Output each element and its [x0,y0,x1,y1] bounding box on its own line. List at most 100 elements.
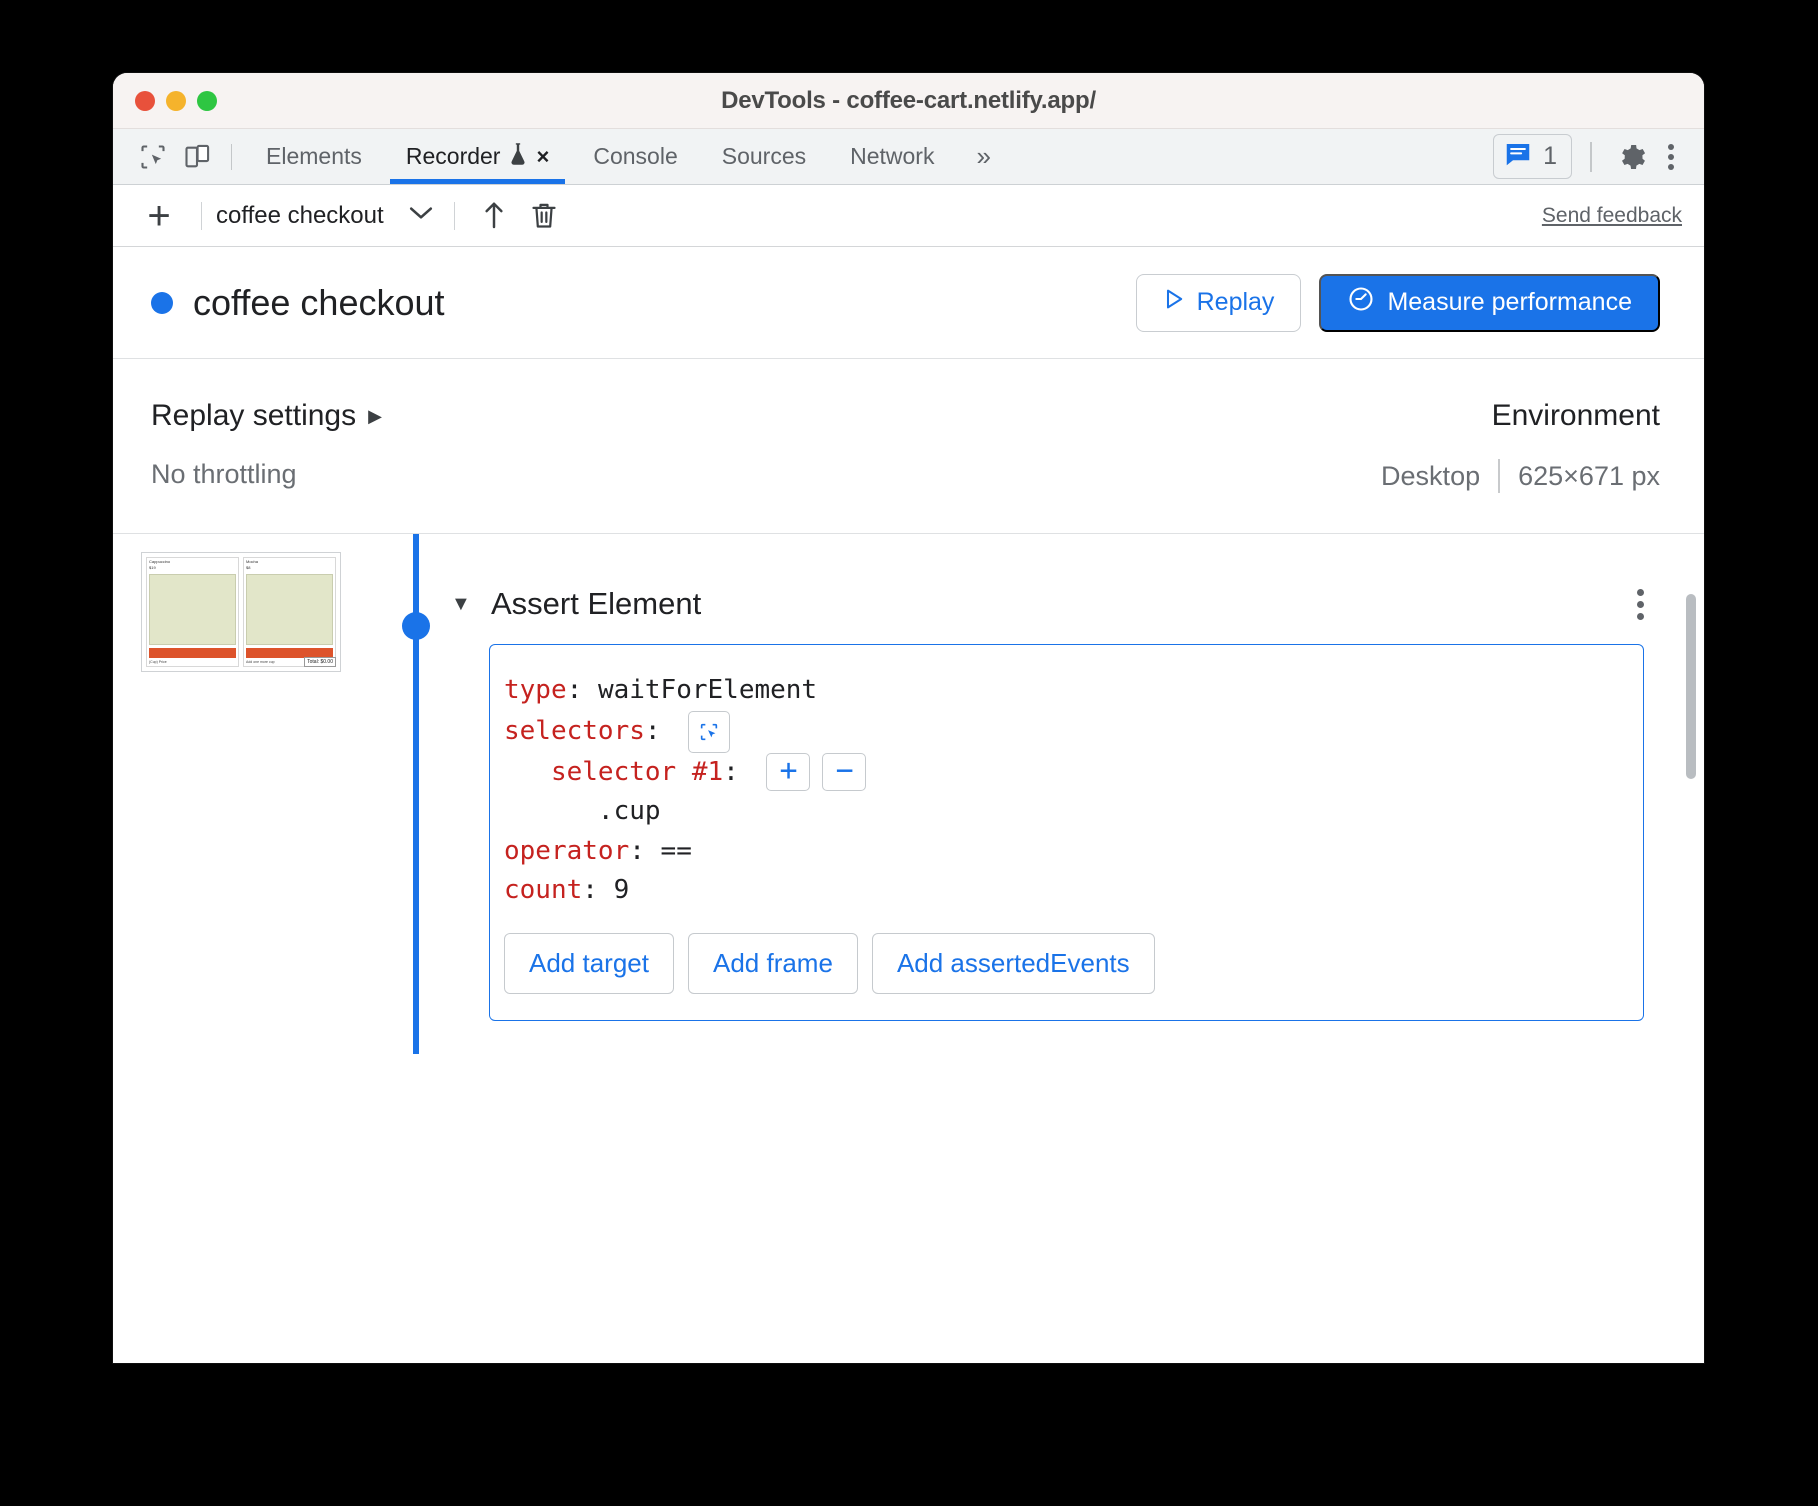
replay-settings-toggle[interactable]: Replay settings ▶ [151,399,906,433]
replay-button-label: Replay [1196,288,1275,316]
recording-status-dot [151,291,173,314]
thumbnail-product-name: Cappuccino [149,559,171,564]
step-assert-element-header[interactable]: ▼ Assert Element [451,534,1704,622]
code-line-count: count: 9 [504,871,1615,911]
add-target-button[interactable]: Add target [504,932,674,994]
collapse-triangle-icon[interactable]: ▼ [451,593,473,616]
measure-performance-button[interactable]: Measure performance [1319,273,1660,332]
thumbnail-product-card: Mocha $8 Add one more cup [243,557,336,667]
code-value-operator[interactable]: == [661,832,692,872]
add-assertedevents-button[interactable]: Add assertedEvents [871,932,1155,994]
steps-area: Cappuccino $19 (Cup) Price Mocha $8 Add … [113,534,1704,1054]
toolbar-divider-2 [453,201,455,230]
tabbar-right-controls: 1 [1493,134,1690,179]
recording-title: coffee checkout [193,281,445,323]
code-key-operator: operator [504,835,630,866]
environment-device: Desktop [1381,460,1481,491]
screenshot-thumbnail-column: Cappuccino $19 (Cup) Price Mocha $8 Add … [113,534,403,1054]
settings-gear-icon[interactable] [1610,135,1654,179]
tab-console-label: Console [593,143,678,169]
code-line-type: type: waitForElement [504,671,1615,711]
add-selector-button[interactable]: + [766,753,811,792]
tabbar-right-divider [1590,141,1592,172]
replay-settings-row: Replay settings ▶ No throttling Environm… [113,359,1704,534]
screenshot-root: DevTools - coffee-cart.netlify.app/ Elem… [0,0,1818,1506]
tab-list: Elements Recorder × Console Sources Netw… [244,129,1008,184]
steps-list: ▼ Assert Element type: waitForElement se… [419,534,1704,1054]
send-feedback-link[interactable]: Send feedback [1542,204,1682,228]
tab-network[interactable]: Network [828,129,956,184]
experiment-flask-icon [508,142,528,172]
thumbnail-cup-graphic [149,573,236,645]
steps-scrollbar[interactable] [1686,594,1696,779]
assert-element-code-card: type: waitForElement selectors: selector… [489,644,1644,1021]
throttling-value: No throttling [151,459,297,489]
thumbnail-total: Total: $0.00 [304,657,336,667]
tabbar-divider [231,143,232,170]
code-line-operator: operator: == [504,832,1615,872]
code-value-count[interactable]: 9 [614,871,630,911]
step-assert-element: ▼ Assert Element type: waitForElement se… [451,534,1704,1021]
messages-count: 1 [1543,142,1557,170]
step-screenshot-thumbnail[interactable]: Cappuccino $19 (Cup) Price Mocha $8 Add … [141,552,341,672]
messages-badge[interactable]: 1 [1493,134,1572,179]
thumbnail-product-price: $19 [149,565,156,571]
thumbnail-product-price: $8 [246,565,251,571]
code-line-selectors: selectors: [504,710,1615,753]
recording-selector[interactable]: coffee checkout [216,202,440,230]
environment-label: Environment [1491,399,1660,432]
devtools-window: DevTools - coffee-cart.netlify.app/ Elem… [113,73,1704,1363]
delete-trash-icon[interactable] [519,200,569,232]
devtools-tabbar: Elements Recorder × Console Sources Netw… [113,129,1704,185]
window-title: DevTools - coffee-cart.netlify.app/ [721,86,1096,114]
thumbnail-product-footer: (Cup) Price [149,660,167,664]
step-more-options-icon[interactable] [1637,588,1644,620]
messages-icon [1503,139,1533,174]
remove-selector-button[interactable]: − [822,753,867,792]
step-click-header[interactable]: ▶ Click [451,1021,1704,1054]
code-key-selector-1: selector #1 [550,756,724,787]
add-frame-button[interactable]: Add frame [687,932,858,994]
tab-elements[interactable]: Elements [244,129,384,184]
tab-console[interactable]: Console [571,129,699,184]
close-recorder-tab-icon[interactable]: × [536,144,549,170]
replay-settings-label: Replay settings [151,399,357,432]
thumbnail-cup-graphic [246,573,333,645]
environment-column: Environment Desktop 625×671 px [906,399,1660,493]
select-element-icon[interactable] [688,710,731,753]
tab-recorder[interactable]: Recorder × [384,129,571,184]
recording-header: coffee checkout Replay Measure performan… [113,247,1704,359]
code-card-actions: Add target Add frame Add assertedEvents [504,932,1615,994]
code-line-selector-value: .cup [504,792,1615,832]
performance-gauge-icon [1347,285,1375,320]
inspect-element-icon[interactable] [131,135,175,179]
recording-actions: Replay Measure performance [1135,273,1660,332]
environment-values: Desktop 625×671 px [906,459,1660,493]
code-key-selectors: selectors [504,715,645,746]
code-line-selector-1: selector #1: + − [504,753,1615,793]
tab-sources-label: Sources [721,143,807,169]
code-value-type: waitForElement [597,675,818,705]
environment-viewport: 625×671 px [1518,460,1660,491]
code-value-selector[interactable]: .cup [598,792,661,832]
replay-button[interactable]: Replay [1135,273,1302,332]
tab-elements-label: Elements [266,143,362,169]
chevron-down-icon [408,205,434,226]
tab-recorder-label: Recorder [405,143,501,169]
step-assert-element-title: Assert Element [491,586,702,621]
code-key-type: type [504,675,567,705]
export-upload-icon[interactable] [469,200,519,232]
device-toolbar-icon[interactable] [175,135,219,179]
thumbnail-product-card: Cappuccino $19 (Cup) Price [146,557,239,667]
step-click: ▶ Click Element "Mocha" [451,1021,1704,1054]
code-key-count: count [504,875,583,906]
more-options-icon[interactable] [1658,143,1690,170]
thumbnail-add-button [149,648,236,658]
thumbnail-product-name: Mocha [246,559,259,564]
tab-sources[interactable]: Sources [700,129,828,184]
window-titlebar: DevTools - coffee-cart.netlify.app/ [113,73,1704,129]
play-triangle-icon [1163,287,1185,318]
environment-divider [1498,459,1501,493]
create-recording-button[interactable]: + [131,196,187,236]
more-tabs-chevron-icon[interactable]: » [956,141,1007,172]
